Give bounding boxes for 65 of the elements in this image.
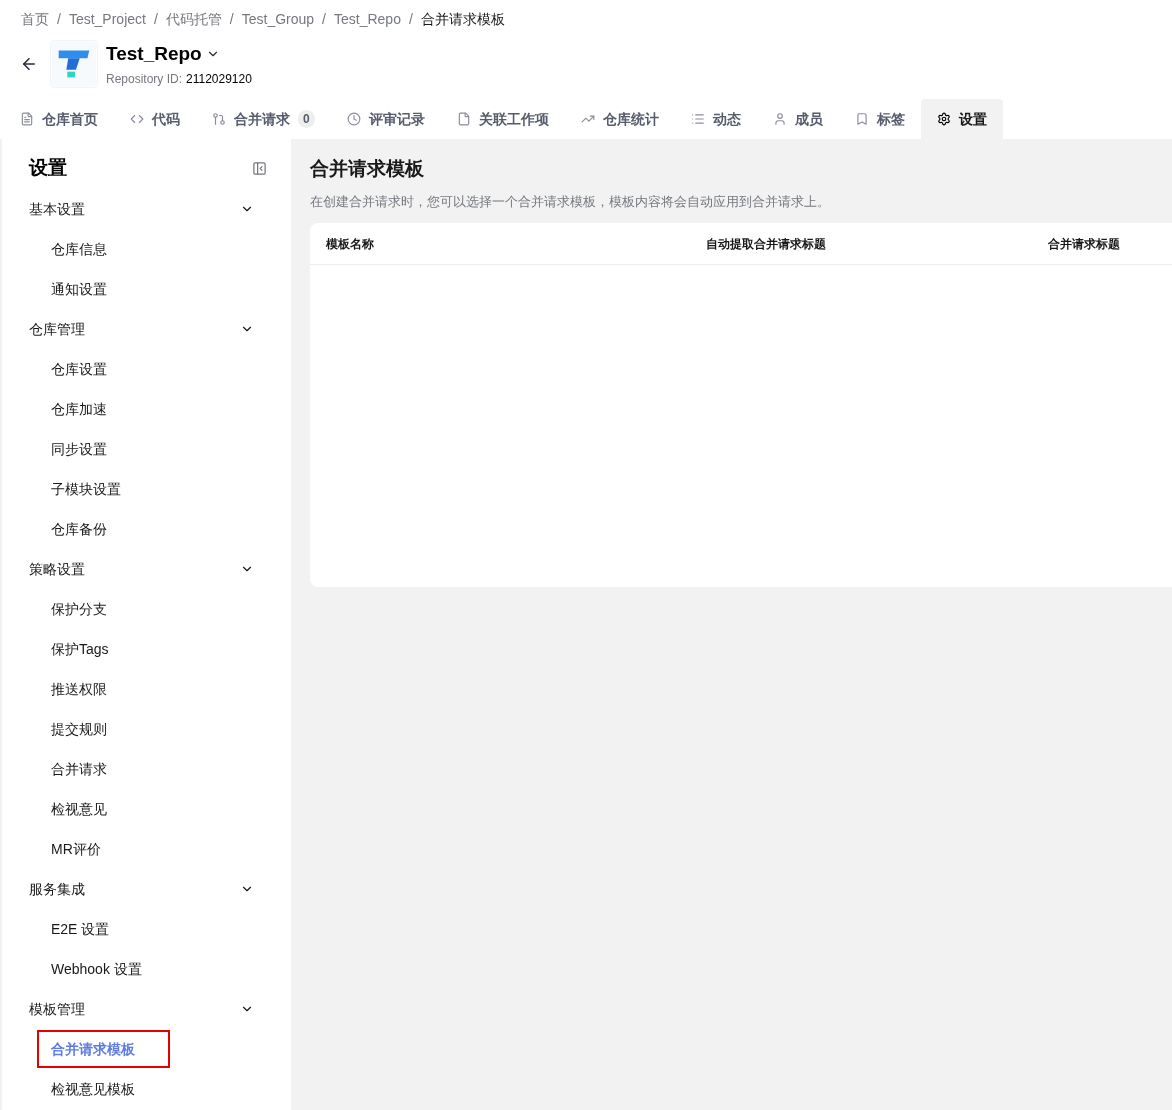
sidebar-item[interactable]: 仓库加速 [29, 390, 107, 428]
sidebar-item[interactable]: 保护Tags [29, 630, 109, 668]
breadcrumb-link[interactable]: Test_Group [241, 9, 315, 30]
user-icon [772, 112, 787, 126]
nav-tab[interactable]: 关联工作项 [440, 99, 565, 139]
breadcrumb-separator: / [57, 10, 61, 29]
breadcrumb-link[interactable]: Test_Repo [334, 9, 401, 30]
clock-icon [346, 112, 361, 126]
breadcrumb-link[interactable]: Test_Project [68, 9, 146, 30]
breadcrumb-separator: / [153, 10, 158, 29]
sidebar-item[interactable]: 检视意见 [29, 790, 107, 828]
bookmark-icon [854, 112, 869, 126]
pull-request-icon [212, 112, 226, 126]
sidebar-item[interactable]: 保护分支 [29, 590, 107, 628]
nav-tab[interactable]: 代码 [114, 99, 196, 139]
nav-tab[interactable]: 仓库首页 [4, 99, 114, 139]
sidebar-group-header[interactable]: 服务集成 [29, 869, 264, 909]
sidebar-group-header[interactable]: 策略设置 [29, 549, 264, 589]
sidebar-title: 设置 [29, 155, 67, 180]
document-icon [20, 112, 34, 126]
sidebar-item[interactable]: 同步设置 [29, 430, 107, 468]
sidebar-item[interactable]: Webhook 设置 [29, 950, 142, 988]
nav-tab[interactable]: 设置 [920, 99, 1003, 139]
sidebar-group-header[interactable]: 基本设置 [29, 189, 264, 229]
sidebar-item[interactable]: 合并请求 [29, 750, 107, 788]
collapse-panel-icon[interactable] [252, 160, 267, 176]
sidebar-item[interactable]: 子模块设置 [29, 470, 121, 508]
sidebar-item[interactable]: MR评价 [29, 830, 101, 868]
repo-id-label: Repository ID: [106, 71, 183, 89]
sidebar-item[interactable]: 仓库信息 [29, 230, 107, 268]
nav-tab[interactable]: 仓库统计 [564, 99, 675, 139]
settings-icon [936, 112, 951, 126]
sidebar-item[interactable]: 推送权限 [29, 670, 107, 708]
page-title: 合并请求模板 [310, 157, 425, 181]
sidebar-group-header[interactable]: 仓库管理 [29, 309, 264, 349]
sidebar-group-header[interactable]: 模板管理 [29, 989, 264, 1029]
breadcrumb-separator: / [408, 10, 413, 29]
breadcrumb-separator: / [229, 10, 234, 29]
sidebar-item[interactable]: 提交规则 [29, 710, 107, 748]
breadcrumb-separator: / [322, 10, 326, 29]
file-icon [456, 112, 471, 126]
sidebar-item[interactable]: 通知设置 [29, 270, 107, 308]
repo-name: Test_Repo [106, 41, 202, 66]
nav-tab[interactable]: 合并请求 0 [196, 99, 331, 139]
column-header: 合并请求标题 [1048, 235, 1120, 253]
sidebar-item[interactable]: 合并请求模板 [37, 1030, 170, 1068]
repo-logo-icon [50, 40, 98, 88]
sidebar-item[interactable]: E2E 设置 [29, 910, 110, 948]
nav-tab[interactable]: 成员 [756, 99, 839, 139]
code-icon [130, 112, 144, 126]
column-header: 模板名称 [325, 235, 375, 253]
page-description: 在创建合并请求时，您可以选择一个合并请求模板，模板内容将会自动应用到合并请求上。 [310, 192, 831, 211]
breadcrumb-link[interactable]: 首页 [21, 9, 49, 30]
nav-tab[interactable]: 评审记录 [330, 99, 441, 139]
breadcrumb-link[interactable]: 代码托管 [165, 9, 222, 30]
nav-tab[interactable]: 动态 [674, 99, 757, 139]
column-header: 自动提取合并请求标题 [706, 235, 827, 253]
sidebar-item[interactable]: 仓库设置 [29, 350, 107, 388]
list-icon [690, 112, 705, 126]
count-badge: 0 [298, 110, 315, 128]
breadcrumb-current: 合并请求模板 [420, 10, 505, 29]
sidebar-item[interactable]: 检视意见模板 [29, 1070, 135, 1108]
sidebar-item[interactable]: 仓库备份 [29, 510, 107, 548]
repo-id: 2112029120 [186, 71, 252, 89]
nav-tab[interactable]: 标签 [838, 99, 921, 139]
